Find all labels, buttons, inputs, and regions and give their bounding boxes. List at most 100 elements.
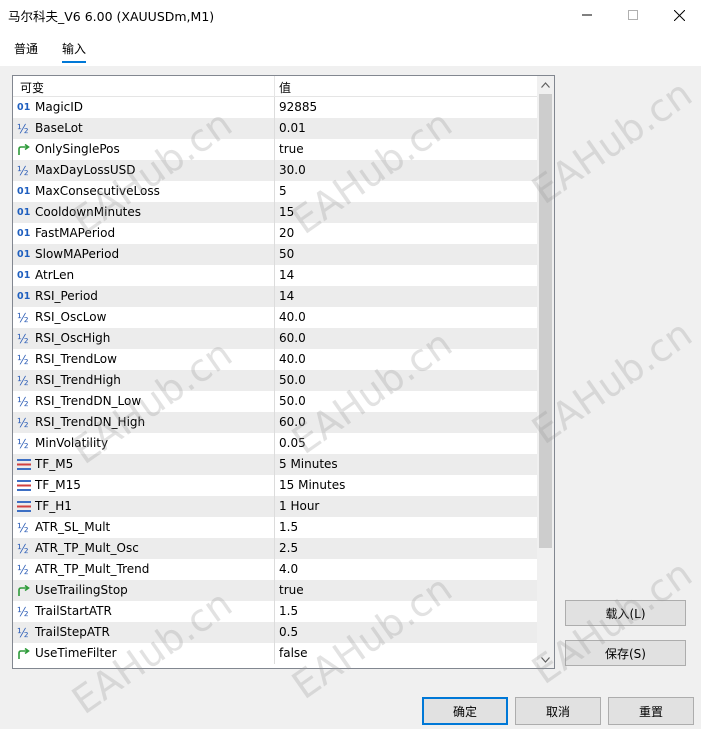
row-value[interactable]: 1 Hour [279,499,319,513]
grid-row[interactable]: ½ TrailStartATR 1.5 [13,601,537,622]
grid-row[interactable]: 01 FastMAPeriod 20 [13,223,537,244]
grid-row[interactable]: 01 MagicID 92885 [13,97,537,118]
maximize-button[interactable] [610,0,656,30]
row-value[interactable]: 2.5 [279,541,298,555]
row-value[interactable]: false [279,646,308,660]
grid-row[interactable]: 01 AtrLen 14 [13,265,537,286]
row-value[interactable]: 14 [279,268,294,282]
minimize-button[interactable] [564,0,610,30]
save-button[interactable]: 保存(S) [565,640,686,666]
double-icon: ½ [17,163,29,178]
grid-row[interactable]: ½ MinVolatility 0.05 [13,433,537,454]
tab-common[interactable]: 普通 [14,40,38,61]
chevron-down-icon [541,656,550,663]
grid-row[interactable]: ½ BaseLot 0.01 [13,118,537,139]
int-icon: 01 [17,249,31,260]
grid-row[interactable]: ½ RSI_TrendDN_Low 50.0 [13,391,537,412]
tab-inputs[interactable]: 输入 [62,40,87,63]
cell-divider [274,160,275,181]
row-value[interactable]: 14 [279,289,294,303]
load-button[interactable]: 载入(L) [565,600,686,626]
scroll-up-button[interactable] [537,76,554,93]
row-value[interactable]: 4.0 [279,562,298,576]
row-value[interactable]: 92885 [279,100,317,114]
grid-row[interactable]: ½ RSI_TrendDN_High 60.0 [13,412,537,433]
grid-row[interactable]: ½ MaxDayLossUSD 30.0 [13,160,537,181]
grid-row[interactable]: TF_H1 1 Hour [13,496,537,517]
cell-divider [274,496,275,517]
row-value[interactable]: 0.01 [279,121,306,135]
row-value[interactable]: 50 [279,247,294,261]
scroll-down-button[interactable] [537,651,554,668]
row-variable-name: TF_M5 [35,457,74,471]
scroll-thumb[interactable] [539,94,552,548]
row-value[interactable]: 5 [279,184,287,198]
cell-divider [274,538,275,559]
row-value[interactable]: 1.5 [279,604,298,618]
grid-row[interactable]: UseTimeFilter false [13,643,537,664]
double-icon: ½ [17,310,29,325]
grid-row[interactable]: OnlySinglePos true [13,139,537,160]
row-value[interactable]: 30.0 [279,163,306,177]
grid-row[interactable]: 01 RSI_Period 14 [13,286,537,307]
row-variable-name: UseTimeFilter [35,646,117,660]
row-value[interactable]: 1.5 [279,520,298,534]
row-value[interactable]: 40.0 [279,352,306,366]
row-variable-name: FastMAPeriod [35,226,116,240]
row-value[interactable]: 20 [279,226,294,240]
row-value[interactable]: 15 [279,205,294,219]
row-value[interactable]: 5 Minutes [279,457,338,471]
reset-button[interactable]: 重置 [608,697,694,725]
row-value[interactable]: 0.5 [279,625,298,639]
grid-row[interactable]: TF_M15 15 Minutes [13,475,537,496]
close-button[interactable] [656,0,701,30]
vertical-scrollbar[interactable] [537,76,554,668]
row-value[interactable]: 60.0 [279,415,306,429]
cell-divider [274,412,275,433]
row-variable-name: UseTrailingStop [35,583,128,597]
grid-row[interactable]: ½ RSI_OscHigh 60.0 [13,328,537,349]
row-variable-name: MaxConsecutiveLoss [35,184,160,198]
row-value[interactable]: 60.0 [279,331,306,345]
row-value[interactable]: true [279,142,304,156]
grid-row[interactable]: ½ RSI_OscLow 40.0 [13,307,537,328]
grid-row[interactable]: 01 SlowMAPeriod 50 [13,244,537,265]
title-bar: 马尔科夫_V6 6.00 (XAUUSDm,M1) [0,0,701,30]
row-variable-name: SlowMAPeriod [35,247,120,261]
cancel-button[interactable]: 取消 [515,697,601,725]
row-value[interactable]: 15 Minutes [279,478,345,492]
cell-divider [274,139,275,160]
grid-row[interactable]: 01 CooldownMinutes 15 [13,202,537,223]
int-icon: 01 [17,102,31,113]
cell-divider [274,391,275,412]
row-variable-name: RSI_Period [35,289,98,303]
grid-row[interactable]: ½ ATR_TP_Mult_Osc 2.5 [13,538,537,559]
column-header-value[interactable]: 值 [279,79,291,96]
grid-row[interactable]: 01 MaxConsecutiveLoss 5 [13,181,537,202]
grid-row[interactable]: UseTrailingStop true [13,580,537,601]
cell-divider [274,433,275,454]
row-value[interactable]: 40.0 [279,310,306,324]
grid-row[interactable]: ½ ATR_TP_Mult_Trend 4.0 [13,559,537,580]
double-icon: ½ [17,436,29,451]
cell-divider [274,118,275,139]
cell-divider [274,286,275,307]
cell-divider [274,580,275,601]
grid-row[interactable]: ½ RSI_TrendHigh 50.0 [13,370,537,391]
grid-row[interactable]: TF_M5 5 Minutes [13,454,537,475]
row-variable-name: OnlySinglePos [35,142,120,156]
column-divider[interactable] [274,76,275,97]
row-value[interactable]: 0.05 [279,436,306,450]
column-header-variable[interactable]: 可变 [20,79,44,96]
double-icon: ½ [17,562,29,577]
row-variable-name: MagicID [35,100,84,114]
ok-button[interactable]: 确定 [422,697,508,725]
cell-divider [274,307,275,328]
row-value[interactable]: 50.0 [279,394,306,408]
grid-row[interactable]: ½ RSI_TrendLow 40.0 [13,349,537,370]
row-variable-name: RSI_TrendHigh [35,373,121,387]
row-value[interactable]: 50.0 [279,373,306,387]
grid-row[interactable]: ½ TrailStepATR 0.5 [13,622,537,643]
row-value[interactable]: true [279,583,304,597]
grid-row[interactable]: ½ ATR_SL_Mult 1.5 [13,517,537,538]
